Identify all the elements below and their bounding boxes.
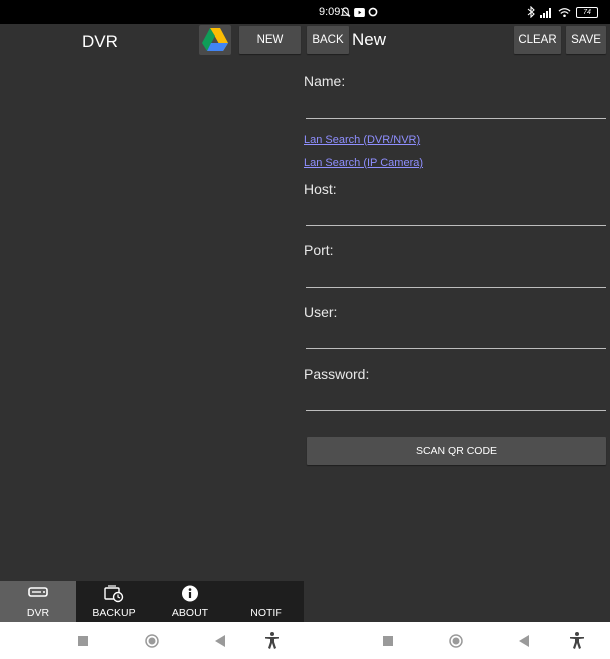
nav-item-about[interactable]: ABOUT bbox=[152, 581, 228, 622]
port-input[interactable] bbox=[306, 287, 606, 288]
accessibility-icon[interactable] bbox=[265, 632, 279, 649]
battery-icon: 74 bbox=[576, 6, 598, 18]
password-label: Password: bbox=[304, 366, 370, 382]
back-nav-icon[interactable] bbox=[215, 635, 225, 647]
backup-icon bbox=[104, 585, 124, 603]
circle-icon bbox=[368, 7, 378, 17]
nav-item-dvr[interactable]: DVR bbox=[0, 581, 76, 622]
status-bar: 9:09 74 bbox=[0, 0, 610, 24]
status-system-icons: 74 bbox=[527, 6, 598, 18]
nav-label-about: ABOUT bbox=[171, 607, 209, 619]
scan-qr-code-button[interactable]: SCAN QR CODE bbox=[307, 437, 606, 465]
nav-label-dvr: DVR bbox=[26, 607, 50, 619]
dvr-icon bbox=[28, 587, 48, 597]
port-label: Port: bbox=[304, 242, 334, 258]
recents-icon[interactable] bbox=[78, 636, 88, 646]
back-nav-icon-2[interactable] bbox=[519, 635, 529, 647]
host-label: Host: bbox=[304, 181, 337, 197]
clear-button[interactable]: CLEAR bbox=[514, 26, 561, 54]
accessibility-icon-2[interactable] bbox=[570, 632, 584, 649]
new-dvr-form: BACK New CLEAR SAVE Name: Lan Search (DV… bbox=[304, 24, 610, 622]
nav-item-notif[interactable]: NOTIF bbox=[228, 581, 304, 622]
name-label: Name: bbox=[304, 73, 346, 89]
recents-icon-2[interactable] bbox=[383, 636, 393, 646]
back-button[interactable]: BACK bbox=[307, 26, 349, 54]
save-button[interactable]: SAVE bbox=[566, 26, 606, 54]
name-input[interactable] bbox=[306, 118, 606, 119]
user-input[interactable] bbox=[306, 348, 606, 349]
left-panel-title: DVR bbox=[82, 32, 118, 51]
google-drive-icon bbox=[202, 28, 228, 51]
google-drive-button[interactable] bbox=[199, 25, 231, 55]
password-input[interactable] bbox=[306, 410, 606, 411]
host-input[interactable] bbox=[306, 225, 606, 226]
status-notifications bbox=[340, 6, 378, 18]
home-icon[interactable] bbox=[145, 634, 159, 648]
home-icon-2[interactable] bbox=[449, 634, 463, 648]
form-title: New bbox=[352, 30, 387, 49]
nav-label-notif: NOTIF bbox=[250, 607, 282, 619]
bell-off-icon bbox=[340, 6, 351, 17]
bluetooth-icon bbox=[527, 6, 535, 18]
new-button[interactable]: NEW bbox=[239, 26, 301, 54]
status-time: 9:09 bbox=[319, 6, 341, 18]
dvr-list-panel: DVR NEW DVR BACKUP ABOUT NOTIF bbox=[0, 24, 304, 622]
user-label: User: bbox=[304, 304, 338, 320]
info-icon bbox=[182, 585, 198, 602]
youtube-icon bbox=[354, 7, 365, 17]
lan-search-ip-camera-link[interactable]: Lan Search (IP Camera) bbox=[304, 157, 423, 169]
bottom-nav: DVR BACKUP ABOUT NOTIF bbox=[0, 581, 304, 622]
wifi-icon bbox=[558, 7, 571, 17]
nav-item-backup[interactable]: BACKUP bbox=[76, 581, 152, 622]
signal-icon bbox=[540, 7, 551, 18]
system-nav-bar bbox=[0, 622, 610, 659]
nav-label-backup: BACKUP bbox=[92, 607, 136, 619]
lan-search-dvr-link[interactable]: Lan Search (DVR/NVR) bbox=[304, 134, 420, 146]
